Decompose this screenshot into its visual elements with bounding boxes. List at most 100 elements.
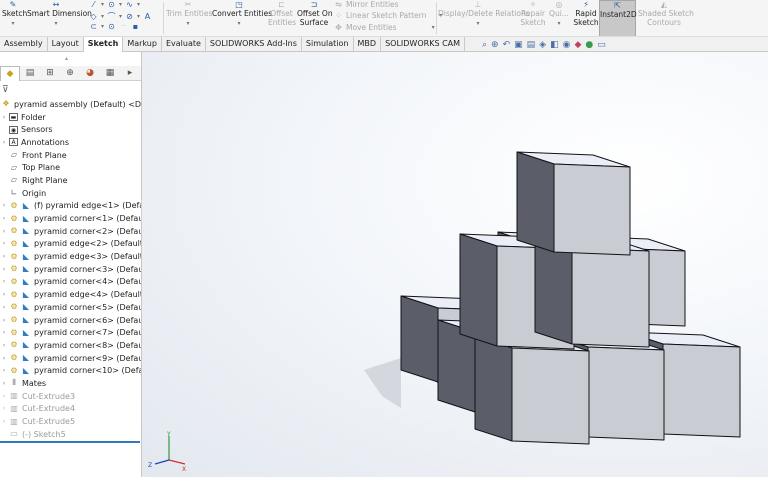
expand-arrow-icon[interactable]: ›	[0, 253, 8, 260]
configuration-manager-tab[interactable]: ⊞	[40, 66, 60, 81]
hide-show-icon[interactable]: ◉	[563, 39, 571, 51]
expand-arrow-icon[interactable]: ›	[0, 240, 8, 247]
filter-icon[interactable]: ⊽	[2, 85, 9, 95]
polygon-icon[interactable]: ◇	[89, 12, 98, 21]
centerline-icon[interactable]: ⁻	[119, 22, 128, 31]
tree-item-suppressed[interactable]: ▭ (-) Sketch5	[0, 428, 141, 441]
tree-item-component[interactable]: › ⚙ ◣ pyramid corner<5> (Default)	[0, 301, 141, 314]
dimxpert-manager-tab[interactable]: ⊕	[60, 66, 80, 81]
tab-simulation[interactable]: Simulation	[302, 37, 354, 52]
line-icon[interactable]: ⁄	[89, 0, 98, 9]
expand-arrow-icon[interactable]: ›	[0, 202, 8, 209]
expand-arrow-icon[interactable]: ›	[0, 418, 8, 425]
expand-arrow-icon[interactable]: ›	[0, 266, 8, 273]
graphics-area[interactable]: Y X Z	[142, 52, 768, 477]
tree-item-component[interactable]: › ⚙ ◣ pyramid corner<7> (Default)	[0, 326, 141, 339]
rollback-bar[interactable]	[0, 441, 140, 443]
previous-view-icon[interactable]: ↶	[503, 39, 511, 51]
expand-arrow-icon[interactable]: ›	[0, 380, 8, 387]
tree-item-sensors[interactable]: ◉ Sensors	[0, 123, 141, 136]
view-orientation-icon[interactable]: ◈	[539, 39, 546, 51]
expand-arrow-icon[interactable]: ›	[0, 317, 8, 324]
tree-item-component[interactable]: › ⚙ ◣ pyramid corner<1> (Default)	[0, 212, 141, 225]
tree-item-folder[interactable]: › ▬ Folder	[0, 111, 141, 124]
tree-item-annotations[interactable]: › A Annotations	[0, 136, 141, 149]
tree-item-component[interactable]: › ⚙ ◣ pyramid corner<6> (Default)	[0, 314, 141, 327]
tree-item-mates[interactable]: › ⫴ Mates	[0, 377, 141, 390]
tree-item-component[interactable]: › ⚙ ◣ pyramid corner<4> (Default)	[0, 276, 141, 289]
tree-root[interactable]: ❖ pyramid assembly (Default) <Dis	[0, 98, 141, 111]
tree-item-component[interactable]: › ⚙ ◣ pyramid corner<2> (Default)	[0, 225, 141, 238]
tree-item-component[interactable]: › ⚙ ◣ pyramid corner<3> (Default)	[0, 263, 141, 276]
tree-item-front-plane[interactable]: ▱ Front Plane	[0, 149, 141, 162]
offset-on-surface-button[interactable]: ⊐ Offset On Surface	[297, 0, 333, 27]
text-icon[interactable]: A	[143, 12, 152, 21]
tree-item-suppressed[interactable]: › ▥ Cut-Extrude4	[0, 403, 141, 416]
rapid-sketch-button[interactable]: ⚡ Rapid Sketch	[573, 0, 599, 27]
expand-arrow-icon[interactable]: ›	[0, 405, 8, 412]
tab-markup[interactable]: Markup	[123, 37, 162, 52]
smart-dimension-button[interactable]: ↔ Smart Dimension ▾	[27, 0, 92, 28]
cam-manager-tab[interactable]: ▦	[100, 66, 120, 81]
expand-arrow-icon[interactable]: ›	[0, 228, 8, 235]
expand-arrow-icon[interactable]: ›	[0, 139, 8, 146]
expand-arrow-icon[interactable]: ›	[0, 342, 8, 349]
expand-arrow-icon[interactable]: ›	[0, 393, 8, 400]
next-tab-arrow[interactable]: ▸	[120, 66, 140, 81]
view-settings-icon[interactable]: ▭	[597, 39, 606, 51]
dynamic-annotation-icon[interactable]: ▤	[527, 39, 536, 51]
expand-arrow-icon[interactable]: ›	[0, 215, 8, 222]
offset-entities-button[interactable]: ⊏ Offset Entities	[268, 0, 296, 27]
display-manager-tab[interactable]: ◕	[80, 66, 100, 81]
tree-item-component[interactable]: › ⚙ ◣ pyramid corner<9> (Default)	[0, 352, 141, 365]
expand-arrow-icon[interactable]: ›	[0, 278, 8, 285]
section-view-icon[interactable]: ▣	[514, 39, 523, 51]
expand-arrow-icon[interactable]: ›	[0, 114, 8, 121]
convert-entities-button[interactable]: ◳ Convert Entities ▾	[212, 0, 272, 28]
display-delete-relations-button[interactable]: ⊥ Display/Delete Relations ▾	[438, 0, 530, 28]
tree-item-component[interactable]: › ⚙◣ pyramid edge<4> (Default) <	[0, 288, 141, 301]
zoom-to-fit-icon[interactable]: ⌕	[482, 39, 487, 51]
tree-item-component[interactable]: › ⚙ ◣ pyramid corner<8> (Default)	[0, 339, 141, 352]
tree-item-right-plane[interactable]: ▱ Right Plane	[0, 174, 141, 187]
expand-arrow-icon[interactable]: ›	[0, 291, 8, 298]
tree-item-origin[interactable]: ∟ Origin	[0, 187, 141, 200]
tab-assembly[interactable]: Assembly	[0, 37, 48, 52]
expand-arrow-icon[interactable]: ›	[0, 367, 8, 374]
trim-entities-button[interactable]: ✂ Trim Entities ▾	[166, 0, 212, 28]
tree-item-suppressed[interactable]: › ▥ Cut-Extrude3	[0, 390, 141, 403]
zoom-to-area-icon[interactable]: ⊕	[491, 39, 499, 51]
apply-scene-icon[interactable]: ●	[585, 39, 593, 51]
edit-appearance-icon[interactable]: ◆	[574, 39, 581, 51]
arc-icon[interactable]: ⌒	[107, 11, 116, 22]
quick-snaps-button[interactable]: ◎ Qui... ▾	[548, 0, 570, 28]
expand-arrow-icon[interactable]: ›	[0, 355, 8, 362]
tab-sketch[interactable]: Sketch	[83, 37, 124, 52]
slot-icon[interactable]: ⊂	[89, 22, 98, 31]
circle-icon[interactable]: ⊙	[107, 0, 116, 9]
fillet-icon[interactable]: ▪	[131, 22, 140, 31]
tree-item-top-plane[interactable]: ▱ Top Plane	[0, 161, 141, 174]
move-entities-button[interactable]: ✥ Move Entities ▾	[334, 23, 434, 32]
spline-icon[interactable]: ∿	[125, 0, 134, 9]
mirror-entities-button[interactable]: ⇋ Mirror Entities	[334, 0, 398, 9]
shaded-sketch-contours-button[interactable]: ◭ Shaded Sketch Contours	[638, 0, 694, 27]
tree-item-component[interactable]: › ⚙◣ pyramid edge<2> (Default) <	[0, 238, 141, 251]
tab-layout[interactable]: Layout	[48, 37, 84, 52]
sketch-button[interactable]: ✎ Sketch ▾	[2, 0, 27, 28]
linear-sketch-pattern-button[interactable]: ⁘ Linear Sketch Pattern ▾	[334, 11, 442, 20]
property-manager-tab[interactable]: ▤	[20, 66, 40, 81]
point-icon[interactable]: ⊙	[107, 22, 116, 31]
tab-mbd[interactable]: MBD	[354, 37, 382, 52]
tree-item-component[interactable]: › ⚙◣ pyramid corner<10> (Default	[0, 364, 141, 377]
expand-arrow-icon[interactable]: ›	[0, 329, 8, 336]
tab-solidworks-add-ins[interactable]: SOLIDWORKS Add-Ins	[206, 37, 302, 52]
collapse-panel-icon[interactable]: ▴	[65, 55, 68, 62]
tree-item-suppressed[interactable]: › ▥ Cut-Extrude5	[0, 415, 141, 428]
tab-evaluate[interactable]: Evaluate	[162, 37, 206, 52]
feature-manager-tab[interactable]: ◆	[0, 66, 20, 81]
expand-arrow-icon[interactable]: ›	[0, 304, 8, 311]
repair-sketch-button[interactable]: ✧ Repair Sketch	[520, 0, 546, 27]
tree-item-component[interactable]: › ⚙◣ pyramid edge<3> (Default) <	[0, 250, 141, 263]
instant2d-button[interactable]: ⇱ Instant2D	[599, 0, 637, 36]
